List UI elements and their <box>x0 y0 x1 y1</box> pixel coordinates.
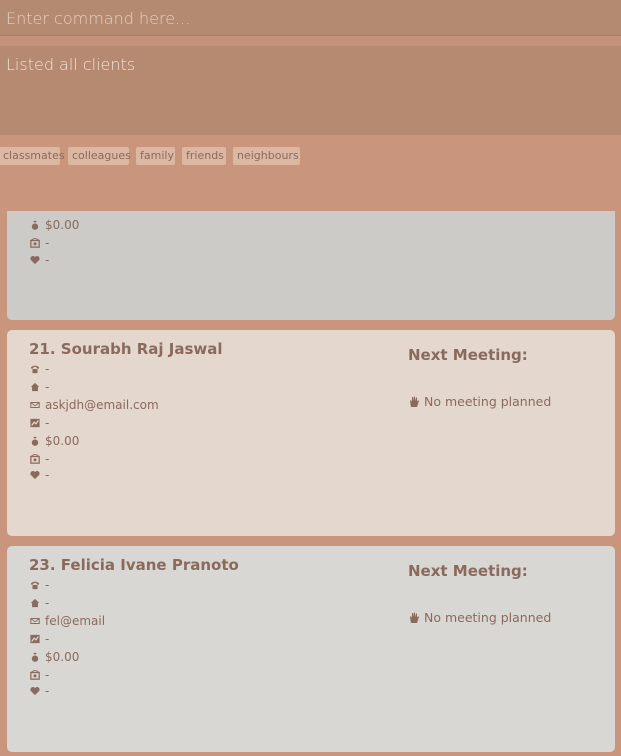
phone-field: - <box>29 361 49 377</box>
chart-icon <box>30 418 40 428</box>
health-field: - <box>29 683 49 699</box>
client-card[interactable]: 21. Sourabh Raj Jaswal - - askjdh@email.… <box>7 330 615 536</box>
money-field: $0.00 <box>29 217 79 233</box>
tag-neighbours[interactable]: neighbours <box>233 147 300 165</box>
income-field: - <box>29 415 49 431</box>
policy-field: - <box>29 451 49 467</box>
address-field: - <box>29 379 49 395</box>
tag-colleagues[interactable]: colleagues <box>68 147 131 165</box>
wave-icon <box>410 612 419 623</box>
income-field: - <box>29 631 49 647</box>
tag-classmates[interactable]: classmates <box>0 147 65 165</box>
health-field: - <box>29 252 49 268</box>
wave-icon <box>410 396 419 407</box>
health-field: - <box>29 467 49 483</box>
client-name: 21. Sourabh Raj Jaswal <box>29 340 223 358</box>
home-icon <box>30 382 40 392</box>
heart-icon <box>30 470 40 480</box>
next-meeting-title: Next Meeting: <box>408 562 528 580</box>
address-field: - <box>29 595 49 611</box>
email-icon <box>30 402 40 408</box>
client-card[interactable]: $0.00 - - <box>7 211 615 320</box>
policy-field: - <box>29 667 49 683</box>
money-bag-icon <box>31 436 39 446</box>
policy-field: - <box>29 235 49 251</box>
money-field: $0.00 <box>29 649 79 665</box>
divider <box>0 36 621 46</box>
meeting-note: No meeting planned <box>408 394 551 409</box>
meeting-note: No meeting planned <box>408 610 551 625</box>
policy-icon <box>30 454 40 464</box>
chart-icon <box>30 634 40 644</box>
result-text: Listed all clients <box>6 55 136 74</box>
policy-icon <box>30 670 40 680</box>
next-meeting-title: Next Meeting: <box>408 346 528 364</box>
heart-icon <box>30 255 40 265</box>
heart-icon <box>30 686 40 696</box>
phone-icon <box>30 581 40 590</box>
tag-family[interactable]: family <box>136 147 175 165</box>
money-bag-icon <box>31 652 39 662</box>
client-card[interactable]: 23. Felicia Ivane Pranoto - - fel@email … <box>7 546 615 752</box>
email-icon <box>30 618 40 624</box>
client-list[interactable]: $0.00 - - 21. Sourabh Raj Jaswal - - ask… <box>0 211 621 756</box>
client-name: 23. Felicia Ivane Pranoto <box>29 556 239 574</box>
home-icon <box>30 598 40 608</box>
money-field: $0.00 <box>29 433 79 449</box>
phone-field: - <box>29 577 49 593</box>
phone-icon <box>30 365 40 374</box>
tag-friends[interactable]: friends <box>182 147 226 165</box>
email-field: askjdh@email.com <box>29 397 159 413</box>
email-field: fel@email <box>29 613 105 629</box>
policy-icon <box>30 238 40 248</box>
money-bag-icon <box>31 220 39 230</box>
command-input[interactable] <box>0 0 621 36</box>
